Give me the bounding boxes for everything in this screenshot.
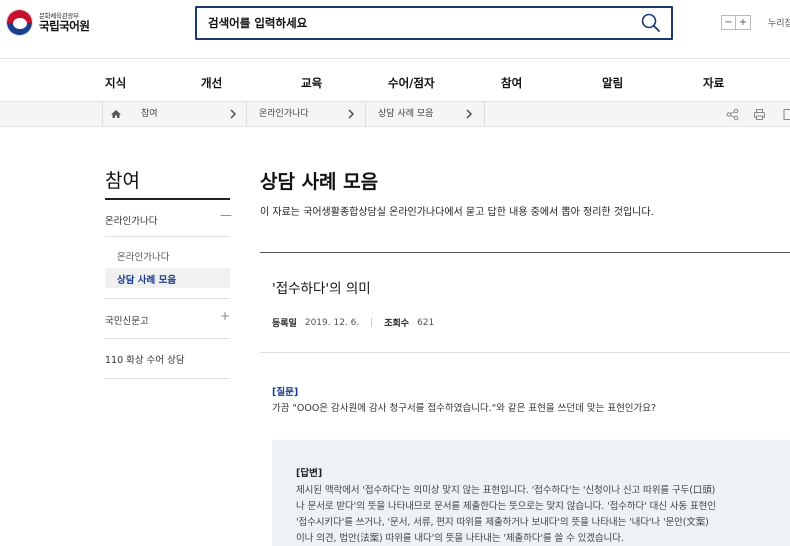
nav-item-improvement[interactable]: 개선 <box>201 75 222 91</box>
search-icon[interactable] <box>639 11 663 35</box>
breadcrumb: 참여 온라인가나다 상담 사례 모음 <box>0 101 790 127</box>
collapse-icon[interactable]: — <box>220 208 232 222</box>
chevron-right-icon[interactable] <box>227 108 239 120</box>
post-title: '접수하다'의 의미 <box>272 281 371 297</box>
page: 문화체육관광부 국립국어원 − + 누리집 지식 개선 교육 수어/점자 참여 … <box>0 0 790 546</box>
search-box <box>195 6 673 40</box>
content-divider <box>260 252 790 253</box>
views-label: 조회수 <box>384 319 410 329</box>
expand-icon[interactable]: + <box>220 309 230 323</box>
post-meta: 등록일 2019. 12. 6. 조회수 621 <box>272 316 435 330</box>
breadcrumb-item-participation[interactable]: 참여 <box>141 102 158 126</box>
print-icon[interactable] <box>753 108 766 121</box>
answer-line: '접수시키다'를 쓰거나, '문서, 서류, 편지 따위를 제출하거나 보내다'… <box>296 517 709 528</box>
nav-item-education[interactable]: 교육 <box>301 75 322 91</box>
site-logo[interactable]: 문화체육관광부 국립국어원 <box>6 9 90 36</box>
side-nav-item-sign-language-consult[interactable]: 110 화상 수어 상담 <box>105 352 185 366</box>
side-nav-sub-item-case-collection[interactable]: 상담 사례 모음 <box>105 268 230 288</box>
breadcrumb-item-online-ganada[interactable]: 온라인가나다 <box>259 102 309 126</box>
nav-item-knowledge[interactable]: 지식 <box>105 75 126 91</box>
date-value: 2019. 12. 6. <box>304 317 360 328</box>
nav-item-participation[interactable]: 참여 <box>501 75 522 91</box>
logo-ministry-text: 문화체육관광부 <box>39 11 79 20</box>
nav-item-notice[interactable]: 알림 <box>602 75 623 91</box>
home-icon[interactable] <box>110 108 122 120</box>
chevron-right-icon[interactable] <box>463 108 475 120</box>
views-value: 621 <box>417 317 435 328</box>
bookmark-icon[interactable] <box>782 108 790 121</box>
answer-line: 나 문서로 받다'의 뜻을 나타내므로 문서를 제출한다는 뜻으로는 맞지 않습… <box>296 501 716 512</box>
content-divider <box>260 352 790 353</box>
side-nav-sub-item-online-ganada[interactable]: 온라인가나다 <box>117 249 169 263</box>
side-nav-divider <box>105 236 230 237</box>
answer-line: 이나 의견, 법안(法案) 따위를 내다'의 뜻을 나타내는 '제출하다'를 쓸… <box>296 533 624 544</box>
side-nav-title: 참여 <box>105 170 140 192</box>
page-description: 이 자료는 국어생활종합상담실 온라인가나다에서 묻고 답한 내용 중에서 뽑아… <box>260 207 654 218</box>
side-nav-divider <box>105 298 230 299</box>
global-nav: 지식 개선 교육 수어/점자 참여 알림 자료 <box>0 58 790 101</box>
search-input[interactable] <box>208 8 608 38</box>
side-nav-sub-item-label: 상담 사례 모음 <box>117 275 177 286</box>
logo-institute-text: 국립국어원 <box>39 19 90 34</box>
nav-item-sign-braille[interactable]: 수어/점자 <box>388 75 435 91</box>
nav-item-resources[interactable]: 자료 <box>703 75 724 91</box>
answer-line: 제시된 맥락에서 '접수하다'는 의미상 맞지 않는 표현입니다. '접수하다'… <box>296 485 716 496</box>
side-nav-divider <box>105 378 230 379</box>
answer-box: [답변] 제시된 맥락에서 '접수하다'는 의미상 맞지 않는 표현입니다. '… <box>272 440 790 546</box>
zoom-controls: − + <box>721 15 751 30</box>
zoom-out-button[interactable]: − <box>721 15 736 30</box>
side-nav-item-sinmungo[interactable]: 국민신문고 <box>105 313 149 327</box>
date-label: 등록일 <box>272 319 297 329</box>
share-icon[interactable] <box>726 108 739 121</box>
side-nav-divider <box>105 338 230 339</box>
zoom-in-button[interactable]: + <box>736 15 751 30</box>
site-header: 문화체육관광부 국립국어원 − + 누리집 <box>0 0 790 48</box>
question-text: 가끔 "OOO은 감사원에 감사 청구서를 접수하였습니다."와 같은 표현을 … <box>272 403 657 414</box>
breadcrumb-item-case-collection[interactable]: 상담 사례 모음 <box>378 102 433 126</box>
side-nav-item-online-ganada[interactable]: 온라인가나다 <box>105 213 157 227</box>
question-label: [질문] <box>272 387 299 398</box>
chevron-right-icon[interactable] <box>345 108 357 120</box>
answer-label: [답변] <box>296 468 323 479</box>
page-title: 상담 사례 모음 <box>260 171 379 193</box>
taegeuk-logo-icon <box>6 9 33 36</box>
side-nav-title-rule <box>105 198 230 200</box>
nuri-link[interactable]: 누리집 <box>768 16 790 29</box>
